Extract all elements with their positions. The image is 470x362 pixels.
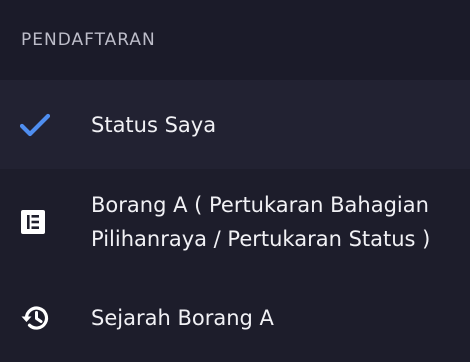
menu-item-borang-a[interactable]: Borang A ( Pertukaran Bahagian Pilihanra… bbox=[0, 169, 470, 274]
form-list-icon bbox=[0, 209, 91, 235]
registration-menu-panel: PENDAFTARAN Status Saya Borang A ( Pertu… bbox=[0, 0, 470, 362]
menu-item-sejarah-borang-a[interactable]: Sejarah Borang A bbox=[0, 274, 470, 362]
section-header: PENDAFTARAN bbox=[0, 0, 470, 80]
section-title: PENDAFTARAN bbox=[21, 30, 156, 50]
menu-item-status-saya[interactable]: Status Saya bbox=[0, 80, 470, 169]
menu-item-label: Sejarah Borang A bbox=[91, 306, 274, 330]
menu-item-label: Borang A ( Pertukaran Bahagian Pilihanra… bbox=[91, 192, 431, 251]
check-icon bbox=[0, 113, 91, 137]
history-icon bbox=[0, 304, 91, 332]
menu-item-label: Status Saya bbox=[91, 112, 217, 137]
